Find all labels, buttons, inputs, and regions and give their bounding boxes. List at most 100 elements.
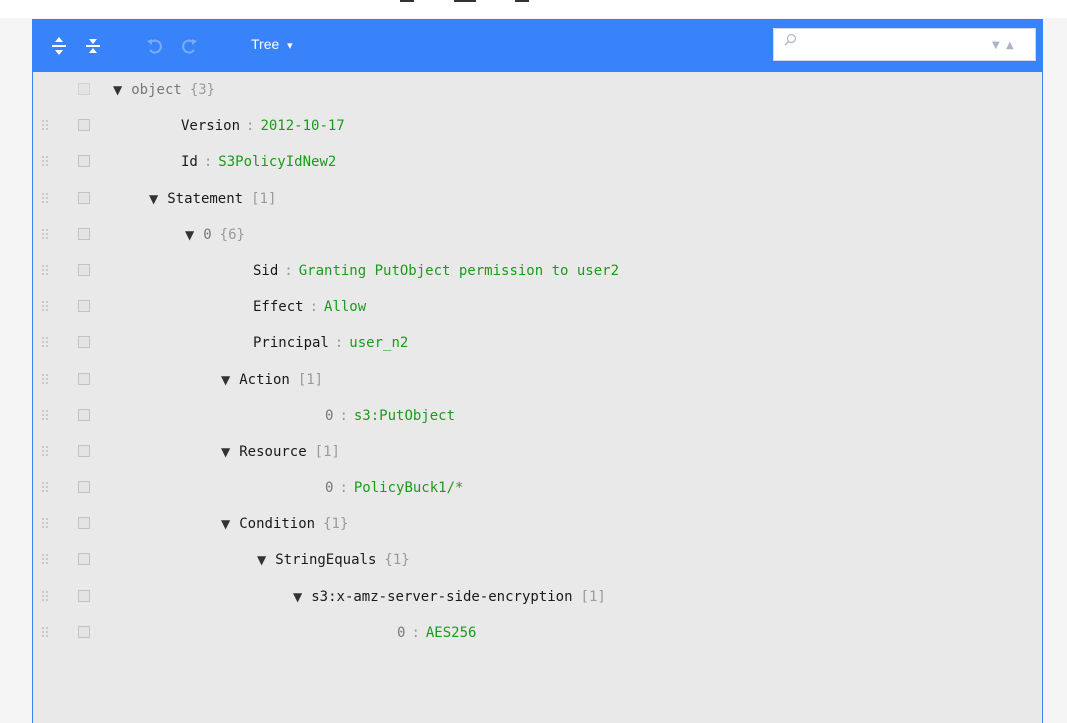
tree-row[interactable]: Principal: user_n2 bbox=[33, 325, 1042, 361]
field-value[interactable]: Granting PutObject permission to user2 bbox=[299, 263, 619, 279]
context-menu-button[interactable] bbox=[78, 227, 90, 240]
tree-row[interactable]: ▼ Statement [1] bbox=[33, 181, 1042, 217]
field-value[interactable]: user_n2 bbox=[349, 335, 408, 351]
drag-handle-icon[interactable] bbox=[42, 228, 50, 241]
drag-handle-icon[interactable] bbox=[42, 554, 50, 566]
field-value[interactable]: Allow bbox=[324, 299, 366, 315]
field-value[interactable]: S3PolicyIdNew2 bbox=[218, 154, 336, 170]
context-menu-button[interactable] bbox=[78, 336, 90, 349]
tree-node: 0: s3:PutObject bbox=[325, 406, 455, 426]
context-menu-button[interactable] bbox=[78, 191, 90, 204]
drag-handle-icon[interactable] bbox=[42, 264, 50, 277]
field-value[interactable]: s3:PutObject bbox=[354, 408, 455, 424]
field-name[interactable]: Resource bbox=[239, 444, 306, 460]
field-name[interactable]: 0 bbox=[325, 480, 333, 496]
collapse-arrow-icon[interactable]: ▼ bbox=[113, 83, 122, 97]
field-name[interactable]: Sid bbox=[253, 263, 278, 279]
tree-row[interactable]: Version:2012-10-17 bbox=[33, 108, 1042, 144]
collapse-arrow-icon[interactable]: ▼ bbox=[221, 517, 230, 531]
field-value[interactable]: AES256 bbox=[426, 625, 477, 641]
field-name[interactable]: Statement bbox=[167, 191, 243, 207]
tree-row[interactable]: 0: PolicyBuck1/* bbox=[33, 470, 1042, 506]
separator: : bbox=[246, 118, 255, 135]
tree-row[interactable]: Sid: Granting PutObject permission to use… bbox=[33, 253, 1042, 289]
field-name[interactable]: Id bbox=[181, 154, 198, 170]
field-name[interactable]: s3:x-amz-server-side-encryption bbox=[311, 589, 572, 605]
drag-handle-icon[interactable] bbox=[42, 590, 50, 603]
context-menu-button[interactable] bbox=[78, 155, 90, 168]
collapse-arrow-icon[interactable]: ▼ bbox=[257, 553, 266, 567]
tree-row[interactable]: ▼ StringEquals {1} bbox=[33, 542, 1042, 578]
field-name[interactable]: 0 bbox=[397, 625, 405, 641]
context-menu-button[interactable] bbox=[78, 444, 90, 457]
tree-node: ▼ 0 {6} bbox=[185, 225, 245, 245]
drag-handle-icon[interactable] bbox=[42, 518, 50, 530]
tree-node: Principal: user_n2 bbox=[253, 333, 408, 353]
field-name[interactable]: 0 bbox=[203, 227, 211, 243]
search-input[interactable] bbox=[804, 33, 978, 57]
chevron-down-icon: ▾ bbox=[287, 40, 293, 52]
collapse-arrow-icon[interactable]: ▼ bbox=[149, 192, 158, 206]
field-name[interactable]: Effect bbox=[253, 299, 304, 315]
drag-handle-icon[interactable] bbox=[42, 373, 50, 386]
expand-all-icon[interactable] bbox=[45, 32, 73, 60]
context-menu-button[interactable] bbox=[78, 408, 90, 421]
separator: : bbox=[309, 299, 319, 316]
field-name[interactable]: 0 bbox=[325, 408, 333, 424]
mode-dropdown[interactable]: Tree ▾ bbox=[251, 36, 293, 52]
field-value[interactable]: PolicyBuck1/* bbox=[354, 480, 464, 496]
json-editor: Tree ▾ ▼ ▲ ▼ object {3} Version:2012-10-17 I… bbox=[32, 19, 1043, 723]
context-menu-button[interactable] bbox=[78, 553, 90, 566]
field-name[interactable]: Condition bbox=[239, 516, 315, 532]
tree-row[interactable]: 0: AES256 bbox=[33, 615, 1042, 651]
drag-handle-icon[interactable] bbox=[42, 337, 50, 349]
collapse-arrow-icon[interactable]: ▼ bbox=[293, 590, 302, 604]
context-menu-button[interactable] bbox=[78, 83, 90, 95]
drag-handle-icon[interactable] bbox=[42, 156, 50, 168]
window-top-strip bbox=[0, 0, 1067, 18]
tree-node: ▼ Action [1] bbox=[221, 370, 323, 390]
drag-handle-icon[interactable] bbox=[42, 409, 50, 422]
drag-handle-icon[interactable] bbox=[42, 301, 50, 313]
child-count: [1] bbox=[297, 371, 324, 388]
field-name[interactable]: StringEquals bbox=[275, 552, 376, 568]
context-menu-button[interactable] bbox=[78, 589, 90, 602]
field-name[interactable]: object bbox=[131, 82, 182, 98]
undo-icon[interactable] bbox=[141, 32, 169, 60]
tree-row[interactable]: ▼ Action [1] bbox=[33, 362, 1042, 398]
context-menu-button[interactable] bbox=[78, 481, 90, 494]
tree-row[interactable]: Id: S3PolicyIdNew2 bbox=[33, 144, 1042, 180]
drag-handle-icon[interactable] bbox=[42, 626, 50, 639]
drag-handle-icon[interactable] bbox=[42, 192, 50, 205]
drag-handle-icon[interactable] bbox=[42, 120, 50, 132]
tree-node: 0: AES256 bbox=[397, 623, 476, 643]
field-value[interactable]: 2012-10-17 bbox=[260, 118, 344, 134]
search-next-icon[interactable]: ▼ bbox=[992, 40, 1000, 51]
redo-icon[interactable] bbox=[175, 32, 203, 60]
tree-row[interactable]: ▼ 0 {6} bbox=[33, 217, 1042, 253]
context-menu-button[interactable] bbox=[78, 372, 90, 385]
drag-handle-icon[interactable] bbox=[42, 445, 50, 458]
field-name[interactable]: Action bbox=[239, 372, 290, 388]
context-menu-button[interactable] bbox=[78, 263, 90, 276]
collapse-arrow-icon[interactable]: ▼ bbox=[221, 373, 230, 387]
field-name[interactable]: Principal bbox=[253, 335, 329, 351]
collapse-arrow-icon[interactable]: ▼ bbox=[185, 228, 194, 242]
context-menu-button[interactable] bbox=[78, 119, 90, 132]
collapse-arrow-icon[interactable]: ▼ bbox=[221, 445, 230, 459]
tree-row[interactable]: 0: s3:PutObject bbox=[33, 398, 1042, 434]
tree-row[interactable]: ▼ object {3} bbox=[33, 72, 1042, 108]
tree-row[interactable]: ▼ s3:x-amz-server-side-encryption [1] bbox=[33, 579, 1042, 615]
search-previous-icon[interactable]: ▲ bbox=[1006, 40, 1014, 51]
collapse-all-icon[interactable] bbox=[79, 32, 107, 60]
drag-handle-icon[interactable] bbox=[42, 482, 50, 494]
field-name[interactable]: Version bbox=[181, 118, 240, 134]
tree-row[interactable]: ▼ Resource [1] bbox=[33, 434, 1042, 470]
context-menu-button[interactable] bbox=[78, 517, 90, 530]
tree-node: ▼ Statement [1] bbox=[149, 189, 276, 209]
context-menu-button[interactable] bbox=[78, 625, 90, 638]
tree-node: ▼ object {3} bbox=[113, 80, 215, 100]
tree-row[interactable]: Effect: Allow bbox=[33, 289, 1042, 325]
context-menu-button[interactable] bbox=[78, 300, 90, 313]
tree-row[interactable]: ▼ Condition {1} bbox=[33, 506, 1042, 542]
